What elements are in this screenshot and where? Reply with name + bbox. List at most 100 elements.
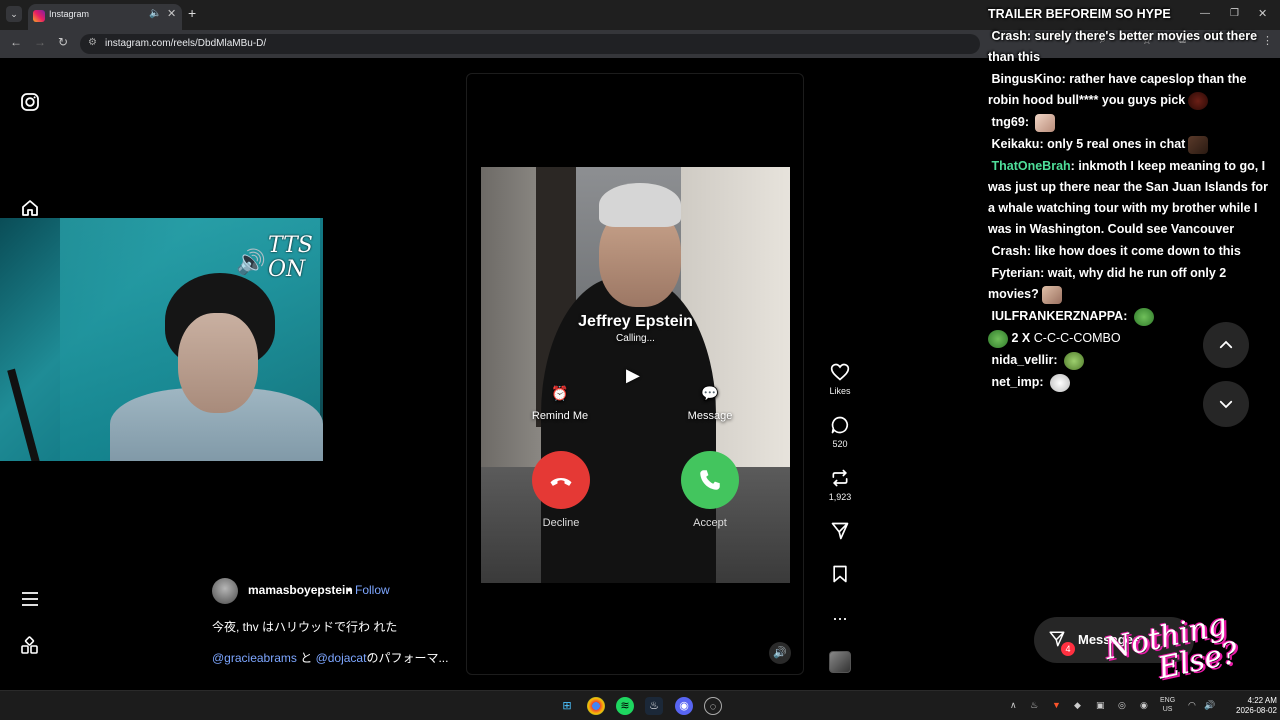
- url-text: instagram.com/reels/DbdMlaMBu-D/: [105, 38, 267, 49]
- follow-button[interactable]: Follow: [355, 583, 390, 597]
- more-options-button[interactable]: ...: [824, 604, 856, 626]
- forward-button[interactable]: →: [34, 35, 46, 49]
- chat-text: like how does it come down to this: [1034, 244, 1241, 258]
- new-tab-button[interactable]: +: [188, 5, 196, 21]
- windows-taskbar: ⊞ ≋ ♨ ◉ ◌ ∧ ♨ ▼ ◆ ▣ ◎ ◉ ENG US ◠ 🔊 4:22 …: [0, 690, 1280, 720]
- volume-icon[interactable]: 🔊: [769, 642, 791, 664]
- accept-label: Accept: [693, 517, 727, 529]
- reel-player[interactable]: Jeffrey Epstein Calling... ▶ ⏰ Remind Me…: [466, 73, 804, 675]
- chat-username: Crash: [991, 29, 1027, 43]
- chat-username: tng69: [991, 115, 1025, 129]
- play-icon[interactable]: ▶: [626, 365, 640, 386]
- volume-tray-icon[interactable]: 🔊: [1204, 700, 1215, 711]
- previous-reel-button[interactable]: [1203, 322, 1249, 368]
- tts-label-line1: TTS: [268, 233, 313, 258]
- chat-username: net_imp: [991, 375, 1040, 389]
- lang-line2: US: [1162, 706, 1173, 713]
- separator-dot: •: [347, 583, 352, 597]
- remind-me-option: ⏰ Remind Me: [515, 385, 605, 422]
- steam-icon[interactable]: ♨: [645, 697, 663, 715]
- chat-username: IULFRANKERZNAPPA: [991, 309, 1124, 323]
- speaker-icon: 🔊: [236, 249, 266, 276]
- reel-video[interactable]: Jeffrey Epstein Calling... ▶ ⏰ Remind Me…: [481, 167, 790, 583]
- tray-app-icon[interactable]: ▣: [1096, 700, 1105, 711]
- caption-line: 今夜, thv はハリウッドで行わ れた: [212, 620, 398, 634]
- menu-icon[interactable]: [20, 589, 40, 609]
- comment-icon: [824, 415, 856, 437]
- discord-icon[interactable]: ◉: [675, 697, 693, 715]
- pepe-emote-icon: [988, 329, 1008, 348]
- window-close-button[interactable]: ✕: [1258, 7, 1267, 20]
- emote-icon: [1188, 135, 1209, 154]
- restore-button[interactable]: ❐: [1230, 8, 1239, 19]
- send-icon: [824, 521, 856, 543]
- instagram-logo-icon[interactable]: [20, 92, 40, 112]
- tab-search-button[interactable]: ⌄: [6, 6, 22, 22]
- start-icon[interactable]: ⊞: [558, 697, 576, 715]
- decline-call-icon: [532, 451, 590, 509]
- wifi-icon[interactable]: ◠: [1188, 700, 1196, 711]
- message-label: Message: [687, 410, 733, 422]
- mention-gracieabrams[interactable]: @gracieabrams: [212, 651, 297, 665]
- chat-username: nida_vellir: [991, 353, 1054, 367]
- caption-line-2[interactable]: @gracieabrams と @dojacatのパフォーマ...: [212, 649, 448, 666]
- chat-message: Fyterian: wait, why did he run off only …: [988, 263, 1276, 305]
- spotify-icon[interactable]: ≋: [616, 697, 634, 715]
- reload-button[interactable]: ↻: [58, 35, 68, 49]
- steam-tray-icon[interactable]: ♨: [1030, 700, 1038, 711]
- chrome-icon[interactable]: [587, 697, 605, 715]
- webcam-overlay: 🔊 TTS ON: [0, 218, 323, 461]
- audio-thumbnail[interactable]: [829, 651, 851, 673]
- language-indicator[interactable]: ENG US: [1160, 696, 1175, 714]
- back-button[interactable]: ←: [10, 35, 22, 49]
- tab-title: Instagram: [49, 9, 90, 19]
- chat-message: Crash: like how does it come down to thi…: [991, 244, 1241, 258]
- clock-time: 4:22 AM: [1247, 696, 1277, 705]
- emote-icon: [1041, 285, 1062, 304]
- chat-message: Keikaku: only 5 real ones in chat: [988, 134, 1276, 155]
- decline-label: Decline: [542, 517, 580, 529]
- home-icon[interactable]: [20, 198, 40, 218]
- instagram-favicon-icon: [33, 10, 45, 22]
- discord-tray-icon[interactable]: ◉: [1140, 700, 1148, 711]
- reposts-count: 1,923: [828, 492, 852, 502]
- tts-label: TTS ON: [268, 234, 313, 282]
- caption-mid: と: [296, 651, 316, 665]
- like-button[interactable]: Likes: [824, 362, 856, 396]
- alarm-clock-icon: ⏰: [551, 385, 569, 401]
- repost-icon: [824, 468, 856, 490]
- next-reel-button[interactable]: [1203, 381, 1249, 427]
- tray-app-icon[interactable]: ◎: [1118, 700, 1126, 711]
- more-icon: ...: [832, 604, 848, 624]
- caller-name: Jeffrey Epstein: [578, 313, 693, 330]
- tray-overflow-icon[interactable]: ∧: [1010, 700, 1017, 711]
- message-option: 💬 Message: [665, 385, 755, 422]
- chat-message: ThatOneBrah: inkmoth I keep meaning to g…: [988, 159, 1268, 236]
- chat-username: ThatOneBrah: [991, 159, 1071, 173]
- author-avatar[interactable]: [212, 578, 238, 604]
- mention-dojacat[interactable]: @dojacat: [316, 651, 367, 665]
- likes-label: Likes: [829, 386, 851, 396]
- minimize-button[interactable]: —: [1200, 8, 1210, 19]
- obs-icon[interactable]: ◌: [704, 697, 722, 715]
- share-button[interactable]: [824, 521, 856, 543]
- repost-button[interactable]: 1,923: [824, 468, 856, 502]
- tab-audio-icon[interactable]: 🔈: [149, 8, 161, 19]
- emote-icon: [1063, 351, 1084, 370]
- author-name[interactable]: mamasboyepstein: [248, 583, 353, 597]
- also-from-meta-icon[interactable]: [20, 636, 40, 656]
- site-info-icon[interactable]: ⚙: [88, 37, 97, 48]
- heart-icon: [824, 362, 856, 384]
- chat-username: Keikaku: [991, 137, 1040, 151]
- tab-instagram[interactable]: Instagram 🔈 ✕: [28, 4, 182, 30]
- emote-icon: [1035, 113, 1056, 132]
- address-bar[interactable]: ⚙ instagram.com/reels/DbdMlaMBu-D/: [80, 34, 980, 54]
- tray-app-icon[interactable]: ◆: [1074, 700, 1081, 711]
- chat-message: tng69:: [988, 112, 1276, 133]
- comment-button[interactable]: 520: [824, 415, 856, 449]
- clock[interactable]: 4:22 AM 2026-08-02: [1236, 696, 1277, 716]
- bookmark-icon: [824, 564, 856, 586]
- tab-close-button[interactable]: ✕: [167, 7, 176, 20]
- brave-tray-icon[interactable]: ▼: [1052, 700, 1061, 710]
- save-button[interactable]: [824, 564, 856, 586]
